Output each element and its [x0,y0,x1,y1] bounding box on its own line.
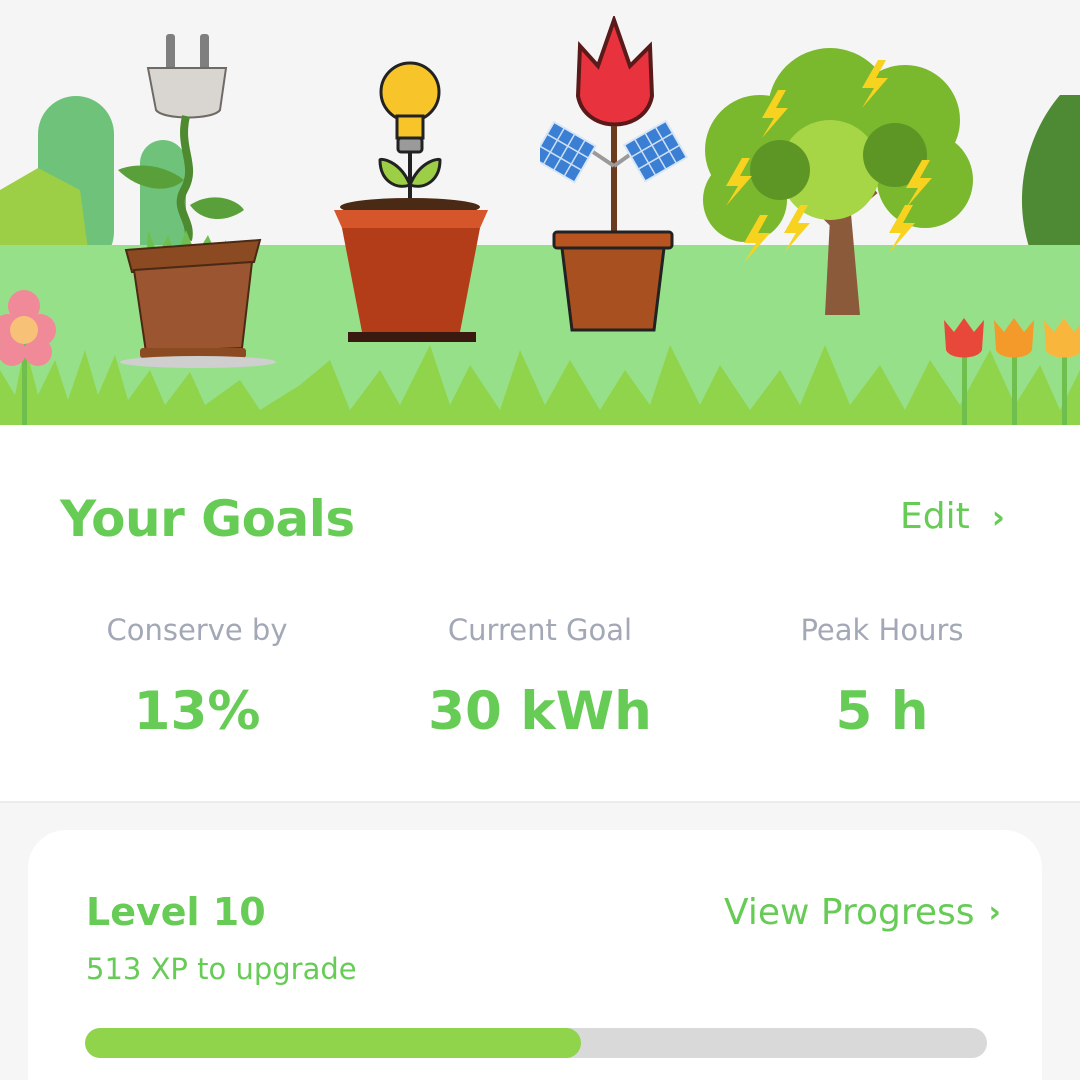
stat-peak-hours: Peak Hours 5 h [712,613,1052,742]
chevron-right-icon: › [991,497,1005,536]
level-progress-bar [85,1028,987,1058]
level-title: Level 10 [86,890,266,934]
stat-label: Current Goal [447,613,633,647]
lightbulb-sprout-icon [334,61,488,342]
edit-goals-button[interactable]: Edit › [900,496,1005,537]
stat-conserve: Conserve by 13% [27,613,367,742]
level-progress-fill [85,1028,582,1058]
stat-value: 5 h [835,681,929,742]
tulip-solar-panel-icon [540,16,689,332]
stat-label: Peak Hours [800,613,964,647]
goals-title: Your Goals [60,490,355,548]
view-progress-label: View Progress [724,892,975,933]
garden-banner [0,0,1080,425]
stat-current-goal: Current Goal 30 kWh [370,613,710,742]
stat-label: Conserve by [106,613,288,647]
stat-value: 13% [133,681,261,742]
stat-value: 30 kWh [428,681,652,742]
chevron-right-icon: › [988,895,1001,930]
lightning-tree-icon [703,48,973,315]
xp-to-upgrade: 513 XP to upgrade [86,952,357,986]
plug-plant-icon [118,34,276,368]
edit-label: Edit [900,496,970,537]
view-progress-button[interactable]: View Progress › [724,892,1001,933]
